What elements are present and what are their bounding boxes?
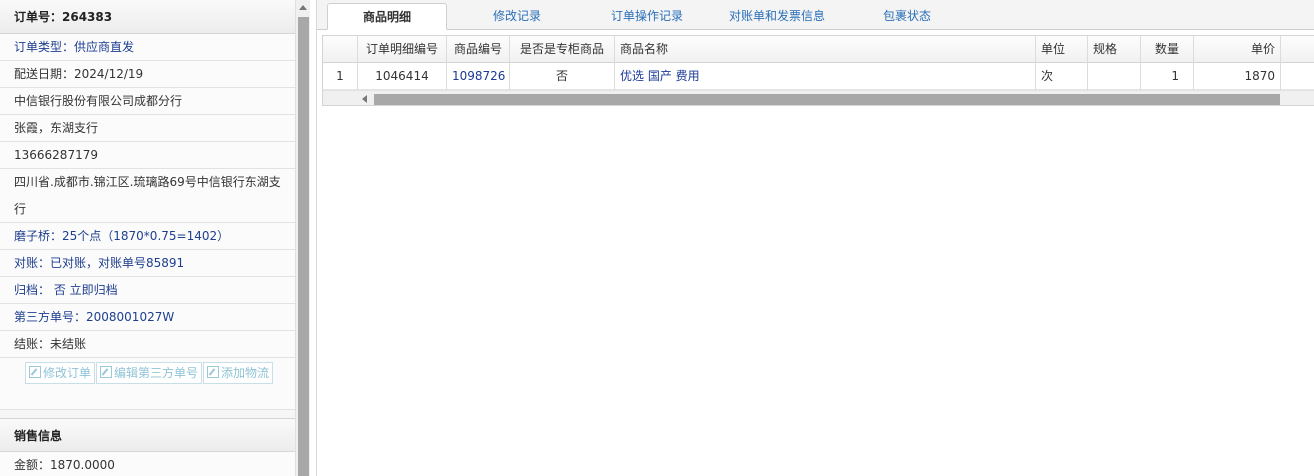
cell-is-counter-product: 否 [510, 63, 615, 90]
cell-unit-price: 1870 [1194, 63, 1281, 90]
header-quantity[interactable]: 数量 [1141, 36, 1194, 63]
header-unit[interactable]: 单位 [1036, 36, 1088, 63]
tab-package-status[interactable]: 包裹状态 [862, 3, 952, 30]
reconciliation-status[interactable]: 对账：已对账，对账单号85891 [0, 250, 295, 277]
cell-quantity: 1 [1141, 63, 1194, 90]
order-info-panel: 订单号：264383 订单类型：供应商直发 配送日期：2024/12/19 中信… [0, 0, 310, 476]
third-party-order-number: 第三方单号：2008001027W [0, 304, 295, 331]
edit-third-party-number-button[interactable]: 编辑第三方单号 [95, 362, 202, 384]
sales-amount: 金额：1870.0000 [0, 452, 295, 476]
cell-unit: 次 [1036, 63, 1088, 90]
order-type: 订单类型：供应商直发 [0, 34, 295, 61]
left-vertical-scrollbar[interactable] [295, 0, 310, 476]
header-is-counter-product[interactable]: 是否是专柜商品 [510, 36, 615, 63]
header-unit-price[interactable]: 单价 [1194, 36, 1281, 63]
contact-name: 张霞，东湖支行 [0, 115, 295, 142]
scroll-up-arrow-icon[interactable] [299, 5, 307, 10]
edit-order-label: 修改订单 [42, 366, 91, 380]
scrollbar-thumb[interactable] [374, 94, 1280, 105]
order-info-scroll-area: 订单号：264383 订单类型：供应商直发 配送日期：2024/12/19 中信… [0, 0, 295, 476]
cell-spec [1088, 63, 1141, 90]
settlement-status: 结账：未结账 [0, 331, 295, 358]
cell-detail-id: 1046414 [358, 63, 447, 90]
add-logistics-label: 添加物流 [221, 366, 270, 380]
customer-company: 中信银行股份有限公司成都分行 [0, 88, 295, 115]
header-spec[interactable]: 规格 [1088, 36, 1141, 63]
scroll-left-arrow-icon[interactable] [362, 95, 367, 103]
edit-order-button[interactable]: 修改订单 [24, 362, 95, 384]
grid-horizontal-scrollbar[interactable] [323, 90, 1314, 105]
sales-info-header: 销售信息 [0, 418, 295, 452]
tab-order-operation-log[interactable]: 订单操作记录 [587, 3, 707, 30]
header-product-id[interactable]: 商品编号 [447, 36, 510, 63]
tab-product-details[interactable]: 商品明细 [327, 3, 447, 30]
scrollbar-thumb[interactable] [298, 17, 309, 476]
product-details-grid: 订单明细编号 商品编号 是否是专柜商品 商品名称 单位 规格 数量 单价 1 1… [322, 35, 1314, 106]
header-row-number [323, 36, 358, 63]
row-number: 1 [323, 63, 358, 90]
cell-product-name-link[interactable]: 优选 国产 费用 [615, 63, 1036, 90]
cell-filler [1281, 63, 1314, 90]
commission-info: 磨子桥：25个点（1870*0.75=1402） [0, 223, 295, 250]
edit-icon [207, 366, 219, 378]
edit-icon [99, 366, 112, 378]
header-filler [1281, 36, 1314, 63]
tab-reconciliation-invoice[interactable]: 对账单和发票信息 [712, 3, 842, 30]
add-logistics-button[interactable]: 添加物流 [203, 362, 274, 384]
order-number-header: 订单号：264383 [0, 0, 295, 34]
table-row[interactable]: 1 1046414 1098726 否 优选 国产 费用 次 1 1870 [323, 63, 1314, 90]
edit-third-party-number-label: 编辑第三方单号 [113, 366, 198, 380]
cell-product-id-link[interactable]: 1098726 [447, 63, 510, 90]
edit-icon [28, 366, 41, 378]
delivery-address: 四川省.成都市.锦江区.琉璃路69号中信银行东湖支行 [0, 169, 295, 223]
grid-header-row: 订单明细编号 商品编号 是否是专柜商品 商品名称 单位 规格 数量 单价 [323, 36, 1314, 63]
header-product-name[interactable]: 商品名称 [615, 36, 1036, 63]
contact-phone: 13666287179 [0, 142, 295, 169]
detail-panel: 商品明细 修改记录 订单操作记录 对账单和发票信息 包裹状态 订单明细编号 商品… [316, 0, 1314, 476]
order-action-buttons: 修改订单 编辑第三方单号 添加物流 [0, 358, 295, 410]
tab-modification-log[interactable]: 修改记录 [467, 3, 567, 30]
detail-tabs: 商品明细 修改记录 订单操作记录 对账单和发票信息 包裹状态 [317, 0, 1314, 30]
header-detail-id[interactable]: 订单明细编号 [358, 36, 447, 63]
delivery-date: 配送日期：2024/12/19 [0, 61, 295, 88]
archive-status[interactable]: 归档： 否 立即归档 [0, 277, 295, 304]
